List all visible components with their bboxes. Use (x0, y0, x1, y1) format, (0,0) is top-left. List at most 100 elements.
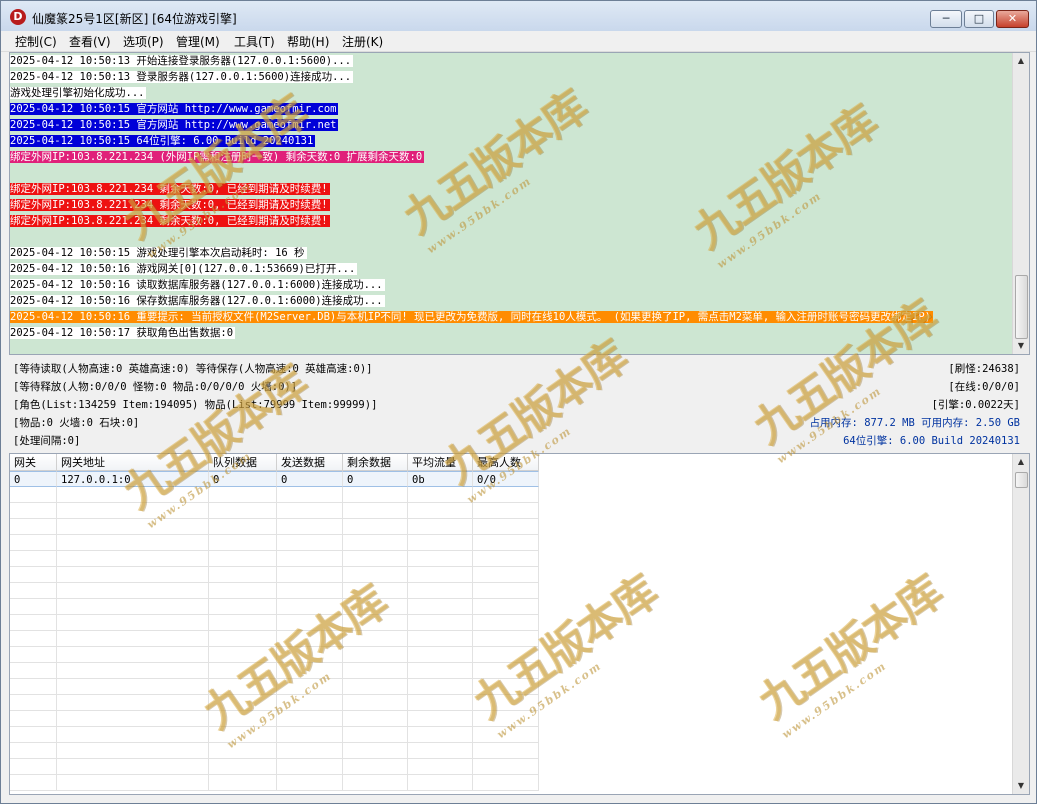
log-line: 绑定外网IP:103.8.221.234 剩余天数:0, 已经到期请及时续费! (10, 213, 1013, 229)
log-line: 2025-04-12 10:50:13 登录服务器(127.0.0.1:5600… (10, 69, 1013, 85)
menu-tools[interactable]: 工具(T) (234, 33, 275, 50)
table-cell (209, 647, 277, 663)
table-cell (10, 551, 57, 567)
table-scroll-down-icon[interactable]: ▼ (1013, 778, 1029, 794)
log-panel[interactable]: 2025-04-12 10:50:13 开始连接登录服务器(127.0.0.1:… (9, 52, 1030, 355)
table-cell (343, 647, 408, 663)
table-cell (10, 487, 57, 503)
table-cell (343, 503, 408, 519)
table-cell (408, 647, 473, 663)
log-scrollbar[interactable]: ▲ ▼ (1012, 53, 1029, 354)
table-cell: 0 (10, 471, 57, 487)
table-cell (343, 583, 408, 599)
column-queue-data[interactable]: 队列数据 (209, 454, 277, 471)
column-avg-traffic[interactable]: 平均流量 (408, 454, 473, 471)
log-text: 2025-04-12 10:50:15 游戏处理引擎本次启动耗时: 16 秒 (10, 247, 307, 259)
menu-options[interactable]: 选项(P) (123, 33, 164, 50)
table-cell (277, 695, 343, 711)
column-remaining-data[interactable]: 剩余数据 (343, 454, 408, 471)
menu-control[interactable]: 控制(C) (15, 33, 57, 50)
menu-view[interactable]: 查看(V) (69, 33, 111, 50)
table-cell (277, 663, 343, 679)
column-max-users[interactable]: 最高人数 (473, 454, 539, 471)
table-cell (473, 647, 539, 663)
table-cell (408, 519, 473, 535)
engine-version-stat: 64位引擎: 6.00 Build 20240131 (843, 435, 1020, 447)
table-cell (57, 759, 209, 775)
table-cell (209, 663, 277, 679)
table-cell (57, 551, 209, 567)
app-logo-icon[interactable]: D (10, 9, 26, 25)
minimize-button[interactable]: ─ (930, 10, 962, 28)
table-cell (408, 599, 473, 615)
scroll-up-icon[interactable]: ▲ (1013, 53, 1029, 69)
maximize-button[interactable]: □ (964, 10, 994, 28)
table-cell (57, 519, 209, 535)
table-cell (343, 567, 408, 583)
table-cell (10, 695, 57, 711)
table-cell (277, 567, 343, 583)
table-cell (343, 519, 408, 535)
table-cell (408, 567, 473, 583)
table-cell (408, 503, 473, 519)
table-cell (57, 487, 209, 503)
table-cell (209, 743, 277, 759)
log-text: 绑定外网IP:103.8.221.234 剩余天数:0, 已经到期请及时续费! (10, 199, 330, 211)
title-bar[interactable]: D 仙魔篆25号1区[新区] [64位游戏引擎] ─ □ ✕ (1, 1, 1036, 31)
log-line: 绑定外网IP:103.8.221.234 剩余天数:0, 已经到期请及时续费! (10, 181, 1013, 197)
log-text: 2025-04-12 10:50:16 保存数据库服务器(127.0.0.1:6… (10, 295, 385, 307)
table-cell (10, 679, 57, 695)
log-scroll-thumb[interactable] (1015, 275, 1028, 339)
table-cell: 0 (209, 471, 277, 487)
table-cell (57, 583, 209, 599)
table-cell (57, 663, 209, 679)
log-line: 2025-04-12 10:50:16 保存数据库服务器(127.0.0.1:6… (10, 293, 1013, 309)
table-cell (473, 727, 539, 743)
log-text: 2025-04-12 10:50:16 重要提示: 当前授权文件(M2Serve… (10, 311, 934, 323)
menu-help[interactable]: 帮助(H) (287, 33, 329, 50)
online-stat: [在线:0/0/0] (948, 381, 1020, 393)
table-cell (408, 711, 473, 727)
column-gateway[interactable]: 网关 (10, 454, 57, 471)
scroll-down-icon[interactable]: ▼ (1013, 338, 1029, 354)
menu-register[interactable]: 注册(K) (342, 33, 383, 50)
table-cell (277, 759, 343, 775)
table-cell (209, 583, 277, 599)
table-cell (277, 599, 343, 615)
close-button[interactable]: ✕ (996, 10, 1029, 28)
table-cell (343, 487, 408, 503)
table-scroll-thumb[interactable] (1015, 472, 1028, 488)
main-window: D 仙魔篆25号1区[新区] [64位游戏引擎] ─ □ ✕ 控制(C) 查看(… (0, 0, 1037, 804)
table-cell (408, 615, 473, 631)
table-cell (277, 727, 343, 743)
table-cell (277, 679, 343, 695)
log-list: 2025-04-12 10:50:13 开始连接登录服务器(127.0.0.1:… (10, 53, 1013, 354)
table-cell (57, 631, 209, 647)
table-cell (408, 679, 473, 695)
table-cell (277, 487, 343, 503)
window-title: 仙魔篆25号1区[新区] [64位游戏引擎] (32, 12, 237, 26)
gateway-table[interactable]: 网关 网关地址 队列数据 发送数据 剩余数据 平均流量 最高人数 0 127.0.… (9, 453, 1030, 795)
table-cell (209, 567, 277, 583)
column-send-data[interactable]: 发送数据 (277, 454, 343, 471)
table-cell (209, 519, 277, 535)
table-scroll-up-icon[interactable]: ▲ (1013, 454, 1029, 470)
column-gateway-address[interactable]: 网关地址 (57, 454, 209, 471)
table-cell (57, 535, 209, 551)
table-cell (343, 679, 408, 695)
menu-manage[interactable]: 管理(M) (176, 33, 220, 50)
table-cell (57, 679, 209, 695)
table-cell (473, 759, 539, 775)
log-text: 绑定外网IP:103.8.221.234 (外网IP需和注册时一致) 剩余天数:… (10, 151, 425, 163)
table-scrollbar[interactable]: ▲ ▼ (1012, 454, 1029, 794)
table-cell (10, 615, 57, 631)
maximize-icon: □ (973, 12, 985, 25)
close-icon: ✕ (1007, 12, 1018, 25)
log-line: 2025-04-12 10:50:17 获取角色出售数据:0 (10, 325, 1013, 341)
log-line (10, 229, 1013, 245)
table-cell (277, 711, 343, 727)
log-text: 2025-04-12 10:50:17 获取角色出售数据:0 (10, 327, 236, 339)
table-cell (57, 711, 209, 727)
table-cell (408, 743, 473, 759)
table-cell (57, 503, 209, 519)
